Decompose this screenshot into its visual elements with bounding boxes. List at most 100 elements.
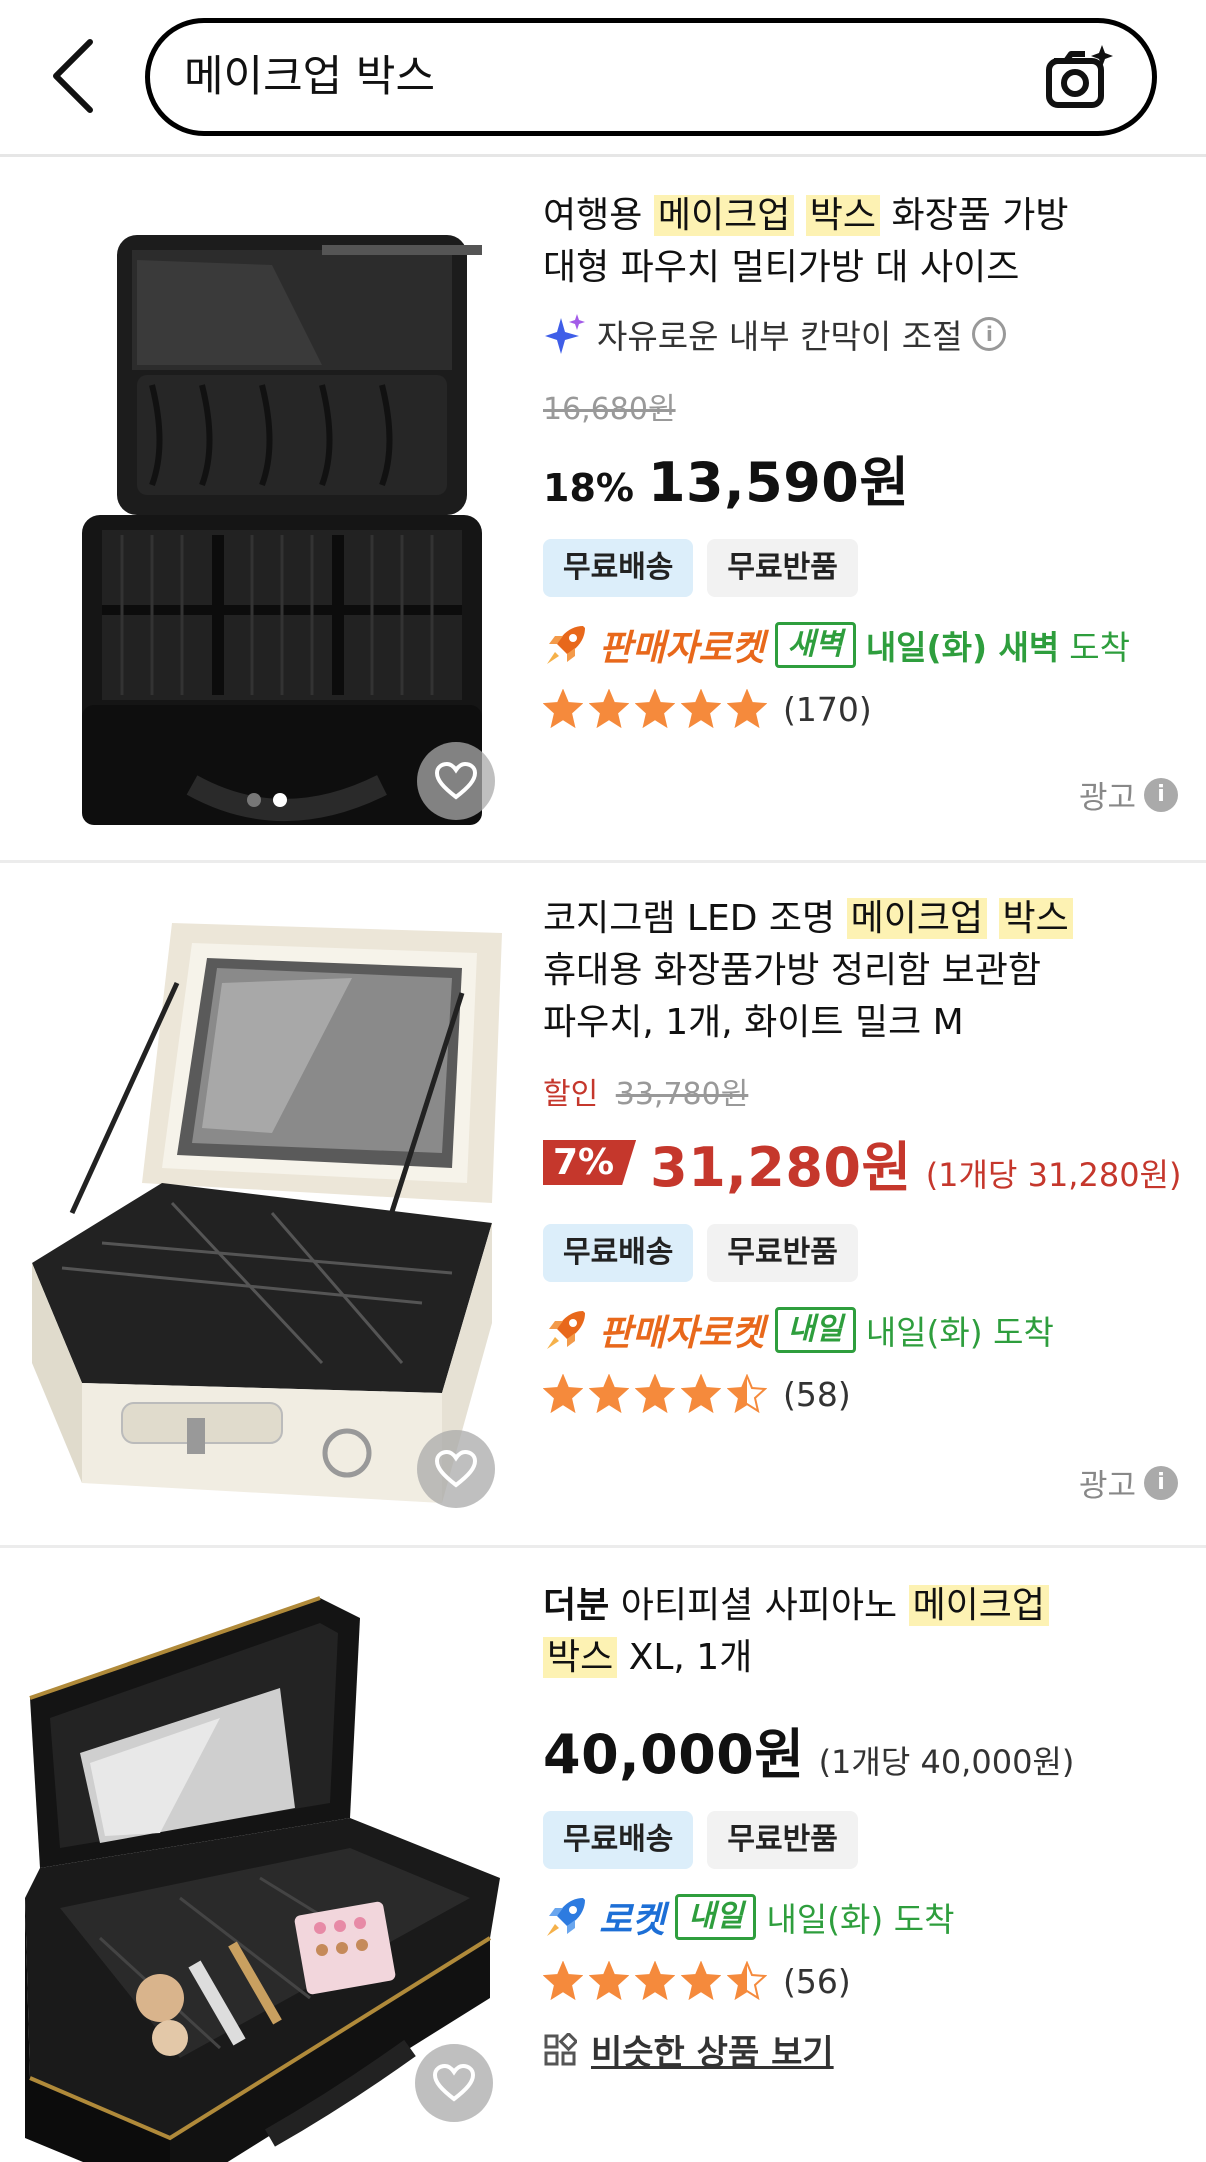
star-icon [635,1374,675,1414]
review-count: (56) [783,1961,851,2001]
image-pagination [247,793,287,807]
wishlist-button[interactable] [417,742,495,820]
star-icon [589,1374,629,1414]
unit-price: (1개당 31,280원) [925,1156,1182,1194]
rating-row: (58) [543,1374,1183,1414]
similar-products-link[interactable]: 비슷한 상품 보기 [543,2025,1183,2074]
price-row: 40,000원 (1개당 40,000원) [543,1710,1183,1789]
free-shipping-badge: 무료배송 [543,539,694,597]
star-icon [727,1374,767,1414]
feature-text: 자유로운 내부 칸막이 조절 [597,317,963,356]
ad-label[interactable]: 광고 i [1079,772,1178,817]
star-rating [543,1374,767,1414]
wishlist-button[interactable] [417,1430,495,1508]
title-highlight: 메이크업 [653,195,795,236]
product-card[interactable]: 여행용 메이크업 박스 화장품 가방 대형 파우치 멀티가방 대 사이즈 자유로… [0,160,1206,860]
heart-icon [435,1450,477,1488]
info-icon[interactable]: i [972,317,1007,351]
title-highlight: 박스 [543,1637,618,1678]
star-icon [589,689,629,729]
wishlist-button[interactable] [415,2044,493,2122]
free-return-badge: 무료반품 [707,1224,858,1282]
camera-icon [1046,45,1113,108]
back-button[interactable] [42,38,102,114]
free-return-badge: 무료반품 [707,1811,858,1869]
original-price: 16,680원 [543,392,676,427]
heart-icon [433,2064,475,2102]
grid-icon [544,2032,577,2065]
rating-row: (170) [543,689,1183,729]
rating-row: (56) [543,1961,1183,2001]
product-image[interactable] [22,185,502,845]
rocket-delivery-label: 판매자로켓 [599,1313,765,1354]
title-text: 화장품 가방 [891,195,1069,236]
title-text: 휴대용 화장품가방 정리함 보관함 [543,950,1042,991]
product-info: 코지그램 LED 조명 메이크업 박스 휴대용 화장품가방 정리함 보관함 파우… [543,893,1183,1414]
product-info: 여행용 메이크업 박스 화장품 가방 대형 파우치 멀티가방 대 사이즈 자유로… [543,190,1183,729]
title-text: 코지그램 LED 조명 [543,898,836,939]
camera-search-button[interactable] [1044,43,1114,111]
product-title[interactable]: 여행용 메이크업 박스 화장품 가방 대형 파우치 멀티가방 대 사이즈 [543,190,1183,294]
star-rating [543,1961,767,2001]
original-price-row: 16,680원 [543,384,1183,428]
pagination-dot-active [273,793,287,807]
product-card[interactable]: 더분 아티피셜 사피아노 메이크업 박스 XL, 1개 40,000원 (1개당… [0,1548,1206,2162]
rocket-icon [547,1898,585,1936]
sparkle-icon [545,314,585,354]
product-image[interactable] [20,1578,500,2162]
makeup-box-black-image [22,185,502,845]
info-icon: i [1144,1465,1178,1500]
free-return-badge: 무료반품 [707,539,858,597]
top-bar: 메이크업 박스 [0,0,1206,157]
search-input[interactable]: 메이크업 박스 [145,18,1157,136]
free-shipping-badge: 무료배송 [543,1224,694,1282]
product-card[interactable]: 코지그램 LED 조명 메이크업 박스 휴대용 화장품가방 정리함 보관함 파우… [0,863,1206,1543]
sale-price: 40,000원 [543,1723,805,1786]
product-title[interactable]: 더분 아티피셜 사피아노 메이크업 박스 XL, 1개 [543,1580,1183,1684]
star-icon [727,1961,767,2001]
price-row: 18% 13,590원 [543,438,1183,517]
review-count: (170) [783,689,872,729]
delivery-info: 판매자로켓 내일 내일(화) 도착 [543,1304,1183,1356]
title-highlight: 메이크업 [908,1585,1050,1626]
title-highlight: 박스 [805,195,881,236]
sale-price: 31,280원 [650,1136,912,1199]
product-image[interactable] [22,883,502,1543]
benefit-badges: 무료배송 무료반품 [543,539,1183,597]
delivery-arrive: 도착 [1069,628,1130,667]
sale-price: 13,590원 [647,451,910,514]
similar-products-text: 비슷한 상품 보기 [591,2033,834,2073]
star-icon [543,1374,583,1414]
rocket-icon [547,626,585,664]
delivery-day: 내일(화) 새벽 [865,628,1060,667]
title-text: 아티피셜 사피아노 [620,1585,898,1626]
star-rating [543,689,767,729]
original-price-row: 할인 33,780원 [543,1069,1183,1113]
star-icon [681,1961,721,2001]
review-count: (58) [783,1374,851,1414]
delivery-tag: 새벽 [774,622,856,668]
product-title[interactable]: 코지그램 LED 조명 메이크업 박스 휴대용 화장품가방 정리함 보관함 파우… [543,893,1183,1049]
price-row: 7% 31,280원 (1개당 31,280원) [543,1123,1183,1202]
search-query: 메이크업 박스 [184,52,436,102]
delivery-tag: 내일 [675,1894,757,1940]
rocket-icon [547,1311,585,1349]
star-icon [635,689,675,729]
star-icon [635,1961,675,2001]
chevron-left-icon [53,39,93,113]
title-text: 대형 파우치 멀티가방 대 사이즈 [543,247,1020,288]
discount-badge: 7% [543,1140,637,1185]
free-shipping-badge: 무료배송 [543,1811,694,1869]
star-icon [589,1961,629,2001]
star-icon [543,1961,583,2001]
title-text: 여행용 [543,195,643,236]
ad-label[interactable]: 광고 i [1079,1460,1178,1505]
product-info: 더분 아티피셜 사피아노 메이크업 박스 XL, 1개 40,000원 (1개당… [543,1580,1183,2074]
title-text: 파우치, 1개, 화이트 밀크 M [543,1002,964,1043]
star-icon [727,689,767,729]
star-icon [681,1374,721,1414]
discount-rate: 18% [543,466,634,510]
sale-label: 할인 [543,1077,599,1112]
title-highlight: 메이크업 [846,898,988,939]
delivery-text: 내일(화) 도착 [766,1900,955,1939]
